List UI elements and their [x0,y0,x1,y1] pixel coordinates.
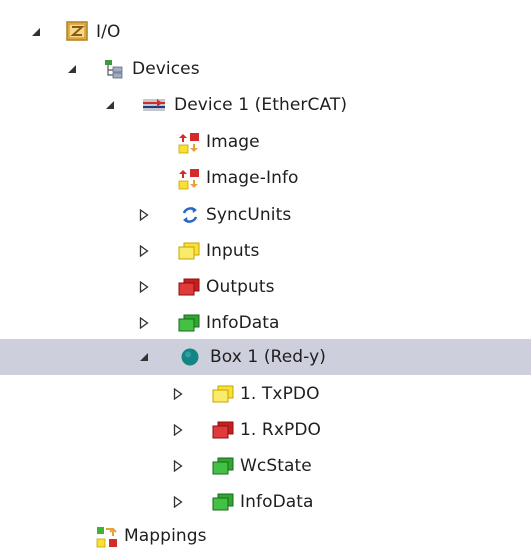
io-folder-icon [66,20,88,41]
expand-arrow-icon[interactable] [138,317,150,329]
tree-node-label: Image-Info [206,168,299,188]
tree-node-txpdo[interactable]: 1. TxPDO [0,376,531,412]
tree-node-mappings[interactable]: Mappings [0,518,531,554]
process-image-icon [178,132,200,154]
tree-node-label: 1. TxPDO [240,384,320,404]
tree-node-box-1[interactable]: Box 1 (Red-y) [0,339,531,375]
expand-arrow-icon[interactable] [138,245,150,257]
mappings-icon [96,526,118,548]
tree-node-label: Image [206,132,260,152]
tree-node-outputs[interactable]: Outputs [0,269,531,305]
ethercat-device-icon [142,95,165,115]
collapse-arrow-icon[interactable] [30,26,42,38]
tree-node-device-1[interactable]: Device 1 (EtherCAT) [0,87,531,123]
box-teal-circle-icon [180,347,202,367]
tree-node-image[interactable]: Image [0,124,531,160]
expand-arrow-icon[interactable] [138,281,150,293]
tree-node-label: Inputs [206,241,260,261]
sync-arrows-icon [180,205,202,225]
collapse-arrow-icon[interactable] [104,99,116,111]
tree-node-image-info[interactable]: Image-Info [0,160,531,196]
process-image-icon [178,168,200,190]
expand-arrow-icon[interactable] [172,388,184,400]
tree-node-syncunits[interactable]: SyncUnits [0,197,531,233]
expand-arrow-icon[interactable] [172,460,184,472]
yellow-var-icon [212,384,234,404]
tree-node-wcstate[interactable]: WcState [0,448,531,484]
red-var-icon [212,420,234,440]
io-tree-view: I/O Devices Device 1 (EtherCAT) Image Im… [0,0,531,551]
green-var-icon [212,492,234,512]
yellow-var-icon [178,241,200,261]
tree-node-box-infodata[interactable]: InfoData [0,484,531,520]
expand-arrow-icon[interactable] [172,424,184,436]
tree-node-label: WcState [240,456,312,476]
tree-node-label: InfoData [206,313,280,333]
tree-node-inputs[interactable]: Inputs [0,233,531,269]
tree-node-label: Outputs [206,277,275,297]
tree-node-rxpdo[interactable]: 1. RxPDO [0,412,531,448]
tree-node-label: SyncUnits [206,205,292,225]
tree-node-infodata[interactable]: InfoData [0,305,531,341]
green-var-icon [212,456,234,476]
tree-node-io[interactable]: I/O [0,14,531,50]
red-var-icon [178,277,200,297]
expand-arrow-icon[interactable] [172,496,184,508]
tree-node-label: Mappings [124,526,207,546]
collapse-arrow-icon[interactable] [66,63,78,75]
tree-node-label: Box 1 (Red-y) [210,347,326,367]
expand-arrow-icon[interactable] [138,209,150,221]
devices-tree-icon [104,59,126,79]
tree-node-label: Device 1 (EtherCAT) [174,95,348,115]
green-var-icon [178,313,200,333]
tree-node-label: InfoData [240,492,314,512]
tree-node-devices[interactable]: Devices [0,51,531,87]
collapse-arrow-icon[interactable] [138,351,150,363]
tree-node-label: I/O [96,22,121,42]
tree-node-label: Devices [132,59,200,79]
tree-node-label: 1. RxPDO [240,420,322,440]
